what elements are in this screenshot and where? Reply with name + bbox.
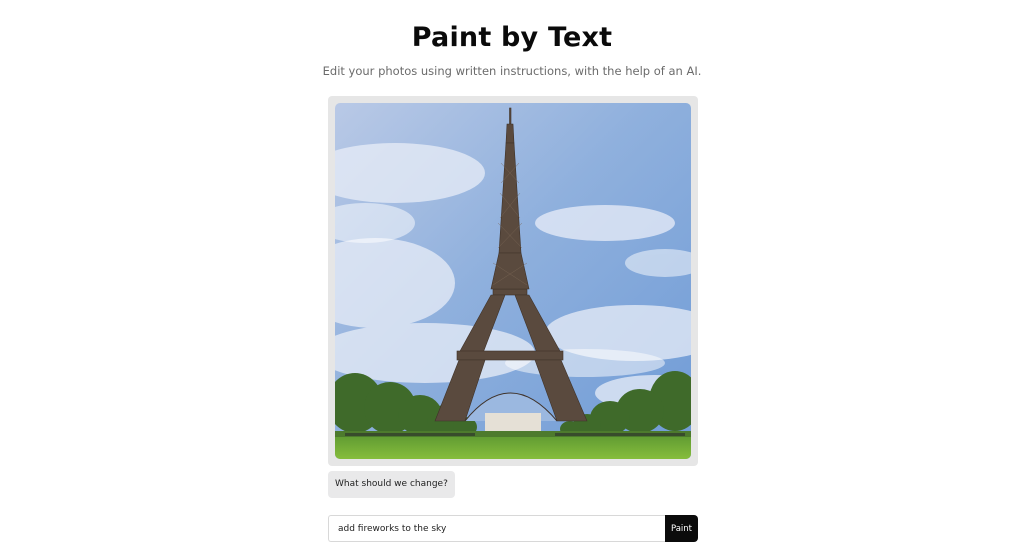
page-title: Paint by Text bbox=[411, 22, 613, 53]
paint-button[interactable]: Paint bbox=[665, 515, 698, 542]
image-frame bbox=[328, 96, 698, 466]
app-page: Paint by Text Edit your photos using wri… bbox=[0, 0, 1024, 549]
source-image bbox=[335, 103, 691, 459]
edit-form: Paint bbox=[328, 515, 698, 542]
eiffel-tower-photo bbox=[335, 103, 691, 459]
assistant-prompt-bubble: What should we change? bbox=[328, 471, 455, 498]
edit-instruction-input[interactable] bbox=[328, 515, 665, 542]
page-subtitle: Edit your photos using written instructi… bbox=[322, 64, 702, 78]
